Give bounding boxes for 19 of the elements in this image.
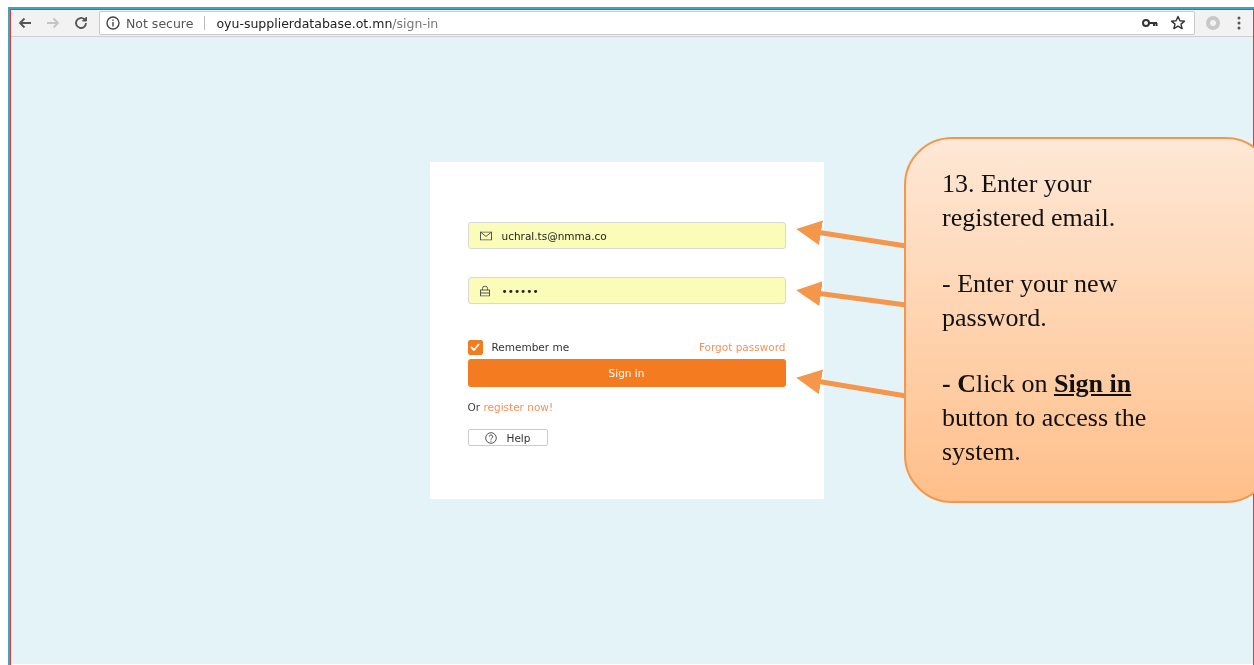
remember-label: Remember me: [491, 341, 570, 353]
callout-box: 13. Enter your registered email. - Enter your new password. - Click on Sign in button to access the system.: [904, 137, 1254, 503]
help-button[interactable]: Help: [467, 429, 548, 446]
reload-icon[interactable]: [73, 15, 89, 31]
lock-icon: [479, 285, 490, 296]
security-label: Not secure: [126, 15, 194, 31]
address-bar[interactable]: Not secure oyu-supplierdatabase.ot.mn/sign-in: [99, 11, 1195, 35]
question-icon: [484, 431, 497, 444]
envelope-icon: [479, 231, 492, 240]
menu-icon[interactable]: [1237, 16, 1241, 30]
email-field[interactable]: uchral.ts@nmma.co: [467, 222, 786, 249]
or-label: Or: [467, 401, 481, 413]
info-icon: [106, 16, 120, 30]
url-text: oyu-supplierdatabase.ot.mn/sign-in: [216, 15, 439, 31]
back-icon[interactable]: [17, 15, 33, 31]
password-field[interactable]: ••••••: [467, 277, 786, 304]
key-icon[interactable]: [1142, 18, 1158, 28]
checkbox[interactable]: [467, 339, 483, 355]
star-icon[interactable]: [1170, 15, 1186, 31]
